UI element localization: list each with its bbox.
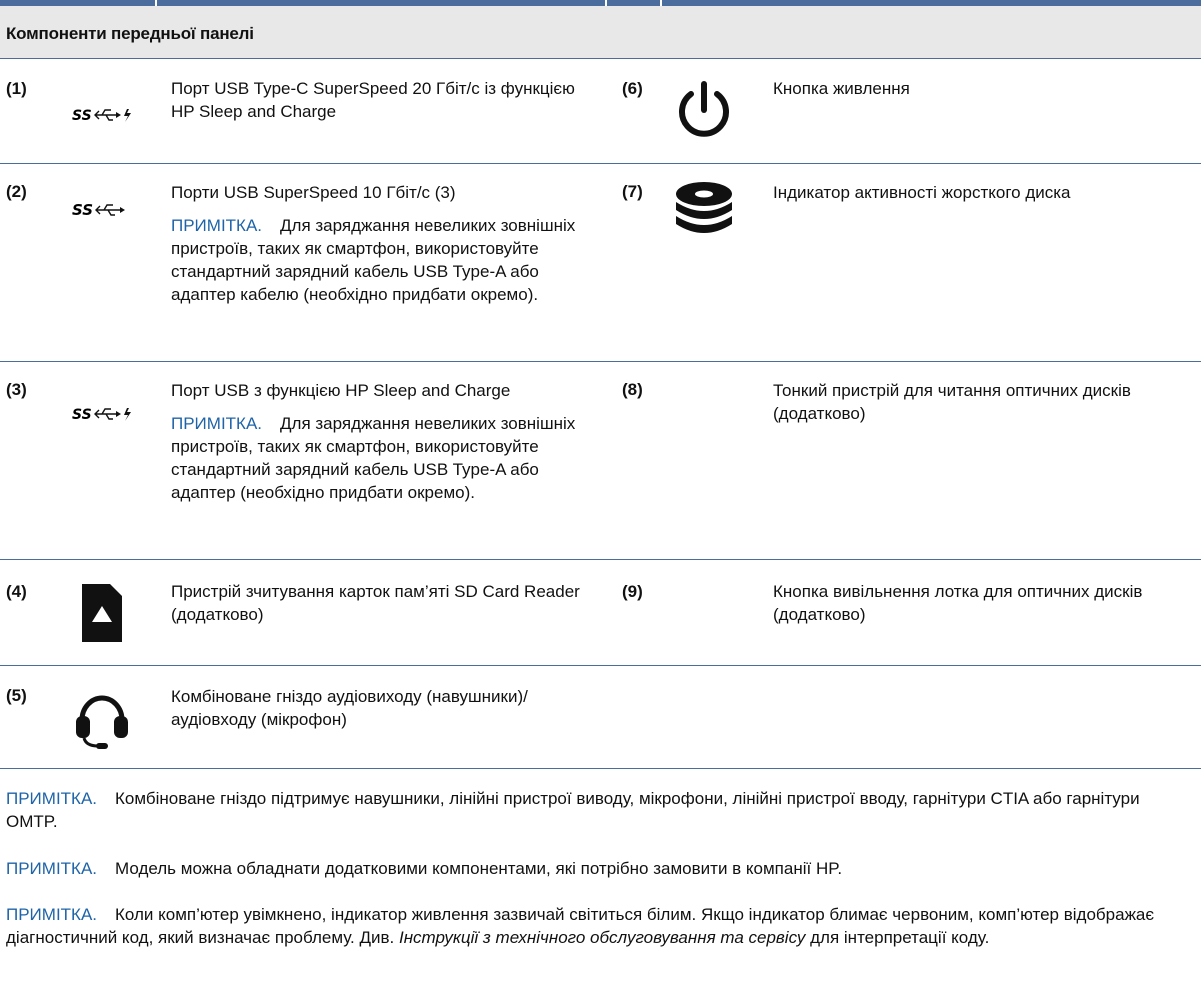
table-row: (5) Комбіноване гніздо аудіовиходу (наву…	[0, 666, 1201, 769]
inline-note: ПРИМІТКА. Для заряджання невеликих зовніш…	[171, 414, 576, 502]
item-number: (5)	[6, 686, 27, 705]
component-description: Комбіноване гніздо аудіовиходу (навушник…	[171, 687, 528, 729]
component-description: Кнопка живлення	[773, 79, 910, 98]
note-label: ПРИМІТКА.	[6, 905, 98, 924]
component-description: Кнопка вивільнення лотка для оптичних ди…	[773, 582, 1143, 624]
table-row: (1) SS Порт USB Type-C SuperSpeed 20 Гбі…	[0, 59, 1201, 164]
usb-superspeed-charge-icon: SS	[72, 404, 142, 424]
component-description: Порт USB з функцією HP Sleep and Charge …	[171, 379, 581, 504]
hard-drive-activity-icon	[673, 180, 735, 242]
table-row: (3) SS Порт USB з функцією HP Sleep and …	[0, 362, 1201, 560]
manual-reference: Інструкції з технічного обслуговування т…	[398, 928, 806, 947]
note-label: ПРИМІТКА.	[6, 789, 98, 808]
note-label: ПРИМІТКА.	[6, 859, 98, 878]
component-description: Порти USB SuperSpeed 10 Гбіт/с (3) ПРИМІ…	[171, 181, 581, 306]
note-label: ПРИМІТКА.	[171, 216, 263, 235]
svg-text:SS: SS	[72, 407, 92, 423]
item-number: (9)	[622, 582, 643, 601]
component-description: Порт USB Type-C SuperSpeed 20 Гбіт/с із …	[171, 79, 575, 121]
sd-card-icon	[80, 582, 124, 644]
item-number: (4)	[6, 582, 27, 601]
svg-text:SS: SS	[72, 201, 93, 219]
power-icon	[674, 80, 734, 140]
item-number: (7)	[622, 182, 643, 201]
item-number: (1)	[6, 79, 27, 98]
headset-icon	[74, 684, 130, 750]
item-number: (8)	[622, 380, 643, 399]
item-number: (3)	[6, 380, 27, 399]
note: ПРИМІТКА. Коли комп’ютер увімкнено, індик…	[6, 905, 1155, 947]
item-number: (6)	[622, 79, 643, 98]
table-title: Компоненти передньої панелі	[6, 24, 254, 43]
note-label: ПРИМІТКА.	[171, 414, 263, 433]
svg-text:SS: SS	[72, 108, 92, 124]
note: ПРИМІТКА. Модель можна обладнати додатков…	[6, 859, 843, 878]
note: ПРИМІТКА. Комбіноване гніздо підтримує на…	[6, 789, 1140, 831]
inline-note: ПРИМІТКА. Для заряджання невеликих зовніш…	[171, 216, 576, 304]
component-description: Тонкий пристрій для читання оптичних дис…	[773, 381, 1131, 423]
item-number: (2)	[6, 182, 27, 201]
table-row: (2) SS Порти USB SuperSpeed 10 Гбіт/с (3…	[0, 164, 1201, 362]
usb-superspeed-charge-icon: SS	[72, 105, 142, 125]
usb-superspeed-icon: SS	[72, 199, 132, 221]
component-description: Індикатор активності жорсткого диска	[773, 183, 1071, 202]
component-description: Пристрій зчитування карток пам’яті SD Ca…	[171, 582, 580, 624]
table-header: Компоненти передньої панелі	[0, 6, 1201, 59]
table-row: (4) Пристрій зчитування карток пам’яті S…	[0, 560, 1201, 666]
